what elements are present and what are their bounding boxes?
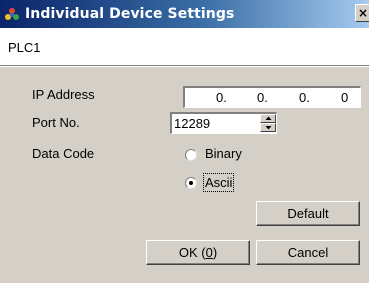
device-settings-icon <box>3 5 21 23</box>
ip-address-field[interactable]: 0. 0. 0. 0 <box>183 86 361 108</box>
ip-octet-4[interactable]: 0 <box>341 90 348 105</box>
cancel-button[interactable]: Cancel <box>256 240 360 265</box>
port-value[interactable]: 12289 <box>174 116 210 131</box>
title-bar: Individual Device Settings × <box>0 0 369 28</box>
device-name: PLC1 <box>8 40 41 55</box>
ascii-radio[interactable] <box>185 177 197 189</box>
spinner-up-button[interactable] <box>260 114 276 123</box>
spinner-down-button[interactable] <box>260 123 276 132</box>
ip-octet-1[interactable]: 0. <box>216 90 227 105</box>
default-button[interactable]: Default <box>256 201 360 226</box>
ok-button[interactable]: OK (0) <box>146 240 250 265</box>
ok-button-suffix: ) <box>212 245 218 260</box>
arrow-down-icon <box>265 126 272 130</box>
ip-octet-3[interactable]: 0. <box>299 90 310 105</box>
ascii-radio-label[interactable]: Ascii <box>202 173 235 192</box>
binary-radio[interactable] <box>185 149 197 161</box>
arrow-up-icon <box>265 116 272 120</box>
radio-selected-dot <box>189 181 193 185</box>
ok-button-label: OK ( <box>178 245 206 260</box>
close-button[interactable]: × <box>355 4 369 22</box>
port-spinner[interactable] <box>260 114 276 133</box>
header-divider <box>0 66 369 67</box>
close-icon: × <box>357 6 369 20</box>
binary-radio-label[interactable]: Binary <box>205 146 242 161</box>
window-title: Individual Device Settings <box>25 6 235 22</box>
data-code-label: Data Code <box>32 146 95 161</box>
device-header: PLC1 <box>0 28 369 66</box>
ip-octet-2[interactable]: 0. <box>257 90 268 105</box>
ip-address-label: IP Address <box>32 87 95 102</box>
ok-button-mnemonic: 0 <box>205 245 213 260</box>
port-field[interactable]: 12289 <box>170 112 277 134</box>
port-label: Port No. <box>32 115 80 130</box>
